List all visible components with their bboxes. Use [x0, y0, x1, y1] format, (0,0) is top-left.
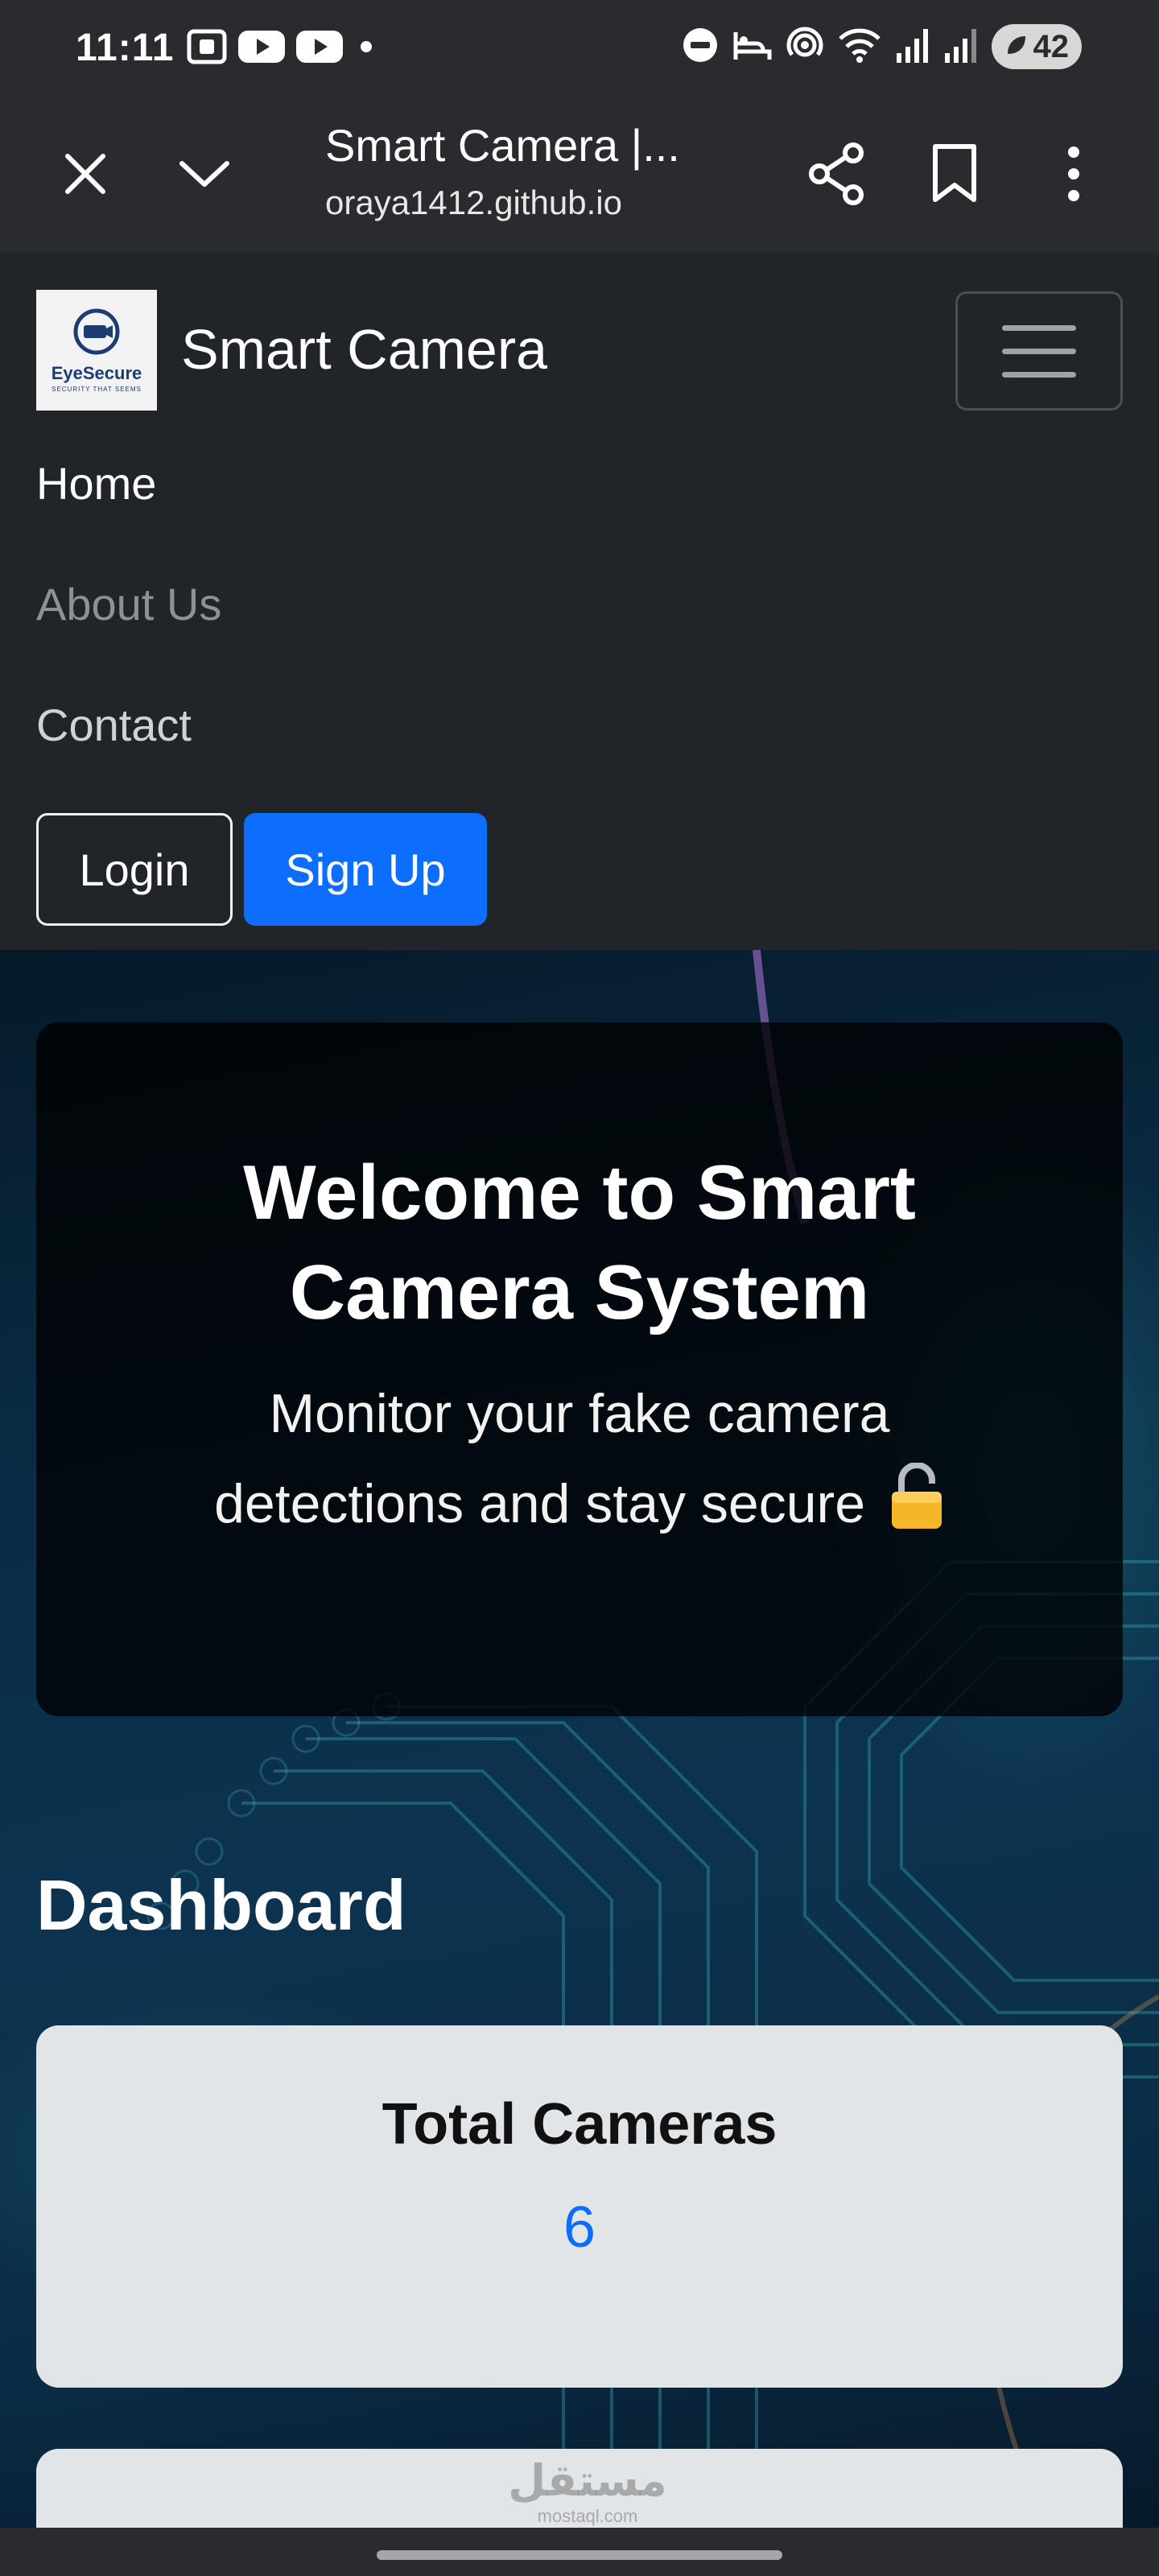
signal-icon — [943, 26, 979, 68]
collapse-button[interactable] — [172, 143, 237, 208]
battery-icon — [1004, 29, 1029, 65]
share-icon — [806, 142, 868, 210]
dot-icon — [354, 29, 378, 68]
watermark-text: مستقل — [508, 2457, 667, 2505]
signup-button[interactable]: Sign Up — [244, 813, 487, 926]
status-time: 11:11 — [76, 27, 175, 69]
welcome-title: Welcome to Smart Camera System — [243, 1150, 916, 1335]
battery-level: 42 — [1033, 28, 1070, 64]
browser-toolbar: Smart Camera |... oraya1412.github.io — [0, 95, 1159, 253]
hamburger-icon-line — [1002, 371, 1076, 378]
more-button[interactable] — [1033, 135, 1114, 216]
share-button[interactable] — [797, 135, 877, 216]
lock-icon — [889, 1462, 945, 1557]
brand-logo[interactable]: EyeSecure SECURITY THAT SEEMS — [36, 290, 157, 411]
logo-subtext: SECURITY THAT SEEMS — [52, 386, 142, 393]
bookmark-button[interactable] — [914, 135, 995, 216]
nav-link-about[interactable]: About Us — [36, 578, 221, 630]
welcome-subtitle: Monitor your fake camera detections and … — [36, 1368, 1123, 1557]
youtube-icon — [296, 29, 343, 68]
logo-text: EyeSecure — [51, 363, 142, 383]
nav-link-contact[interactable]: Contact — [36, 699, 192, 751]
screenshot-icon — [187, 29, 227, 68]
welcome-subtitle-text: Monitor your fake camera detections and … — [214, 1383, 890, 1534]
battery-indicator: 42 — [991, 24, 1082, 69]
youtube-icon — [238, 29, 285, 68]
more-vert-icon — [1066, 146, 1082, 206]
welcome-card: Welcome to Smart Camera System Monitor y… — [36, 1022, 1123, 1716]
close-icon — [61, 150, 109, 202]
page-url[interactable]: oraya1412.github.io — [325, 184, 622, 222]
stat-label: Total Cameras — [382, 2092, 777, 2157]
sleep-icon — [732, 26, 773, 68]
wifi-icon — [837, 26, 882, 68]
signal-icon — [895, 26, 930, 68]
camera-icon — [72, 308, 121, 360]
login-button[interactable]: Login — [36, 813, 233, 926]
nav-link-home[interactable]: Home — [36, 457, 156, 510]
hotspot-icon — [786, 26, 824, 68]
home-gesture-bar[interactable] — [377, 2550, 782, 2560]
stat-card-total-cameras: Total Cameras 6 — [36, 2025, 1123, 2388]
bookmark-icon — [930, 143, 979, 208]
watermark: مستقل mostaql.com — [483, 2455, 692, 2527]
gesture-area — [0, 2528, 1159, 2576]
chevron-down-icon — [177, 154, 232, 198]
close-button[interactable] — [53, 143, 118, 208]
dashboard-title: Dashboard — [36, 1865, 406, 1945]
status-right-icons: 42 — [681, 24, 1082, 69]
site-navbar: EyeSecure SECURITY THAT SEEMS Smart Came… — [0, 253, 1159, 950]
brand-name[interactable]: Smart Camera — [181, 317, 547, 382]
hamburger-icon-line — [1002, 348, 1076, 354]
dnd-icon — [681, 26, 720, 68]
status-left-icons — [187, 29, 378, 68]
status-bar: 11:11 42 — [0, 0, 1159, 95]
page: 11:11 42 Smart Camera |... oraya1412.git… — [0, 0, 1159, 2576]
hamburger-icon-line — [1002, 324, 1076, 331]
watermark-subtext: mostaql.com — [537, 2506, 638, 2526]
navbar-toggler[interactable] — [955, 291, 1123, 411]
page-title[interactable]: Smart Camera |... — [325, 119, 680, 171]
stat-value: 6 — [563, 2195, 596, 2260]
